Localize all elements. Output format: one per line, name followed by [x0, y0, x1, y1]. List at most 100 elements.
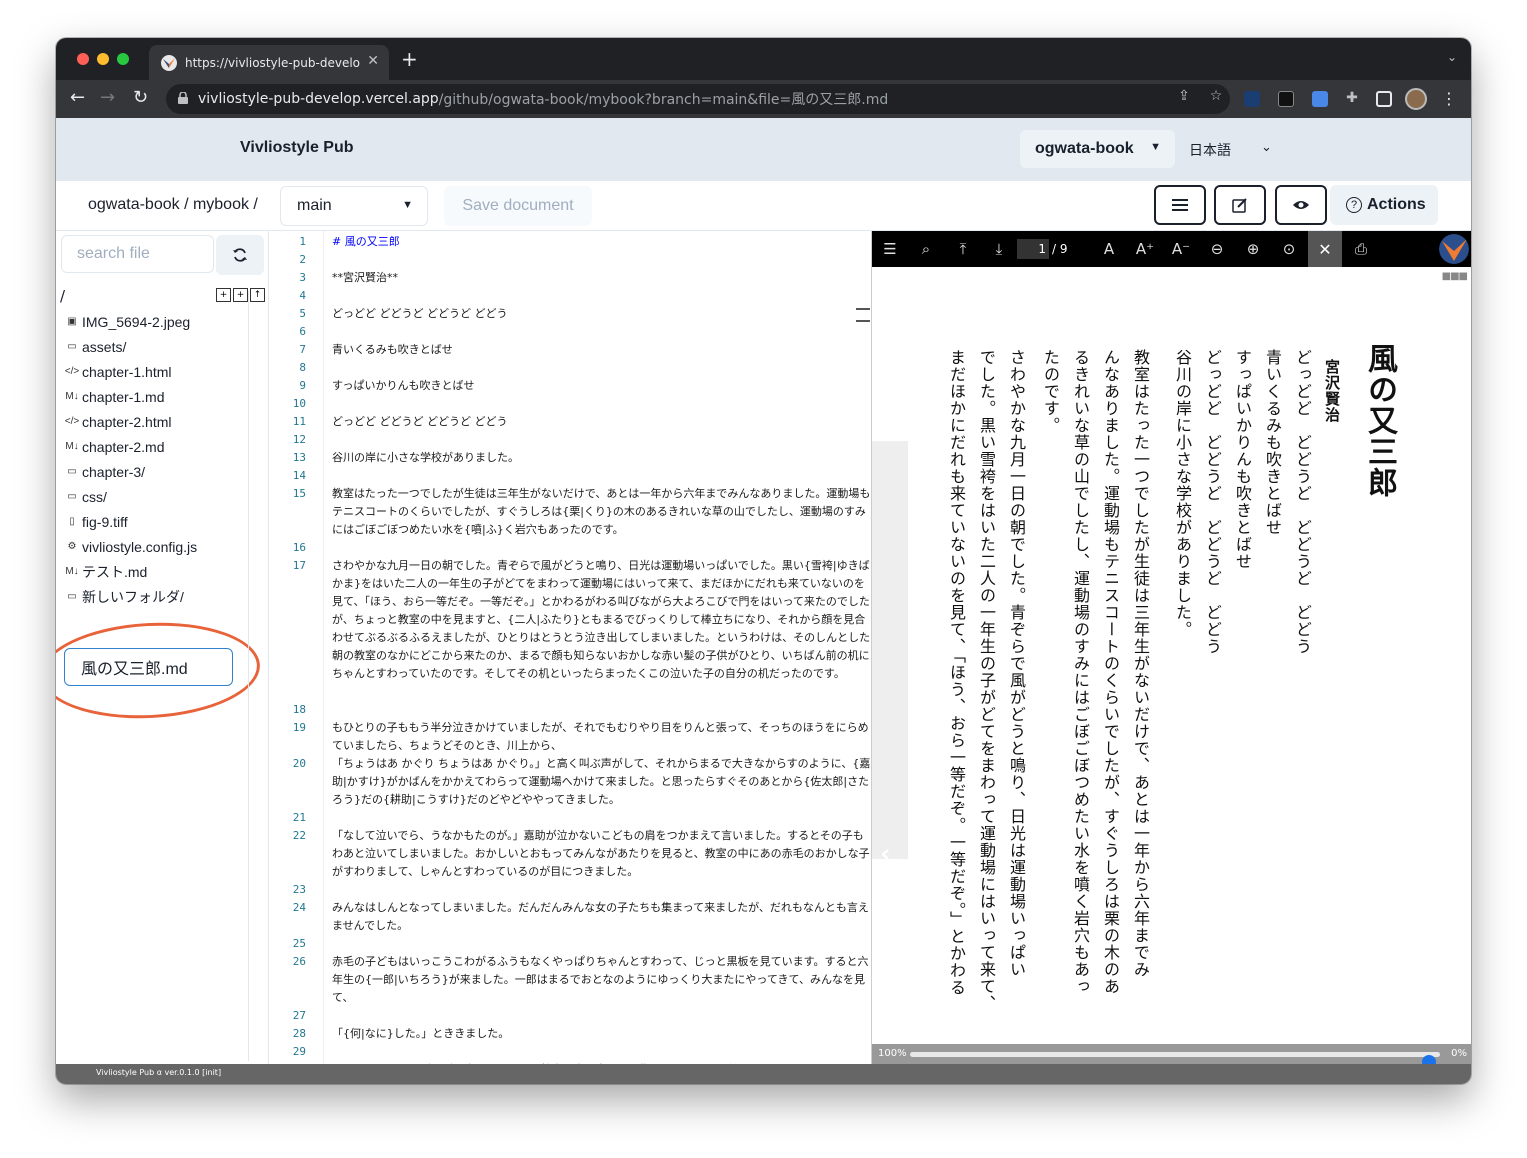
actions-button[interactable]: ? Actions	[1330, 185, 1438, 225]
zoom-slider[interactable]	[910, 1052, 1440, 1064]
line-text: さわやかな九月一日の朝でした。青ぞらで風がどうと鳴り、日光は運動場いっぱいでした…	[332, 559, 871, 680]
address-bar[interactable]: vivliostyle-pub-develop.vercel.app/githu…	[166, 84, 1230, 114]
profile-avatar[interactable]	[1405, 88, 1427, 110]
line-number: 18	[292, 703, 306, 716]
preview-toggle-button[interactable]	[1275, 185, 1327, 225]
document-toolbar: ogwata-book / mybook / main ▼ Save docum…	[56, 181, 1471, 231]
edit-icon	[1232, 198, 1247, 213]
upload-icon[interactable]: ↑	[250, 288, 265, 302]
file-item[interactable]: M↓ テスト.md	[64, 559, 254, 584]
first-page-icon[interactable]: ⤒	[953, 239, 973, 259]
file-name: chapter-2.html	[82, 413, 172, 430]
file-item[interactable]: M↓ chapter-2.md	[64, 434, 254, 459]
file-item[interactable]: ▯ fig-9.tiff	[64, 509, 254, 534]
line-number: 10	[292, 397, 306, 410]
line-number: 2	[299, 253, 306, 266]
extension-1-icon[interactable]	[1244, 91, 1260, 107]
browser-toolbar: ← → ↻ vivliostyle-pub-develop.vercel.app…	[56, 80, 1471, 118]
translate-icon[interactable]	[1312, 91, 1328, 107]
folder-icon: ▭	[67, 466, 77, 477]
side-panel-icon[interactable]	[1376, 91, 1392, 107]
line-number: 28	[292, 1027, 306, 1040]
font-size-decrease-icon[interactable]: A⁻	[1171, 239, 1191, 259]
code-icon: </>	[64, 416, 80, 427]
file-item[interactable]: ⚙ vivliostyle.config.js	[64, 534, 254, 559]
save-document-button[interactable]: Save document	[444, 186, 592, 226]
language-select[interactable]: 日本語	[1189, 140, 1231, 160]
folder-icon: ▭	[67, 341, 77, 352]
sidebar-scrollbar[interactable]	[248, 291, 249, 1061]
refresh-button[interactable]	[216, 235, 264, 275]
minimize-window-button[interactable]	[97, 53, 109, 65]
file-item[interactable]: ▭ chapter-3/	[64, 459, 254, 484]
file-name: chapter-3/	[82, 463, 146, 480]
line-number: 5	[299, 307, 306, 320]
search-icon[interactable]: ⌕	[916, 239, 936, 259]
line-number: 21	[292, 811, 306, 824]
line-number: 4	[299, 289, 306, 302]
line-number: 29	[292, 1045, 306, 1058]
extensions-puzzle-icon[interactable]: ✚	[1344, 90, 1360, 106]
close-window-button[interactable]	[77, 53, 89, 65]
line-text: **宮沢賢治**	[332, 271, 398, 284]
reload-icon[interactable]: ↻	[133, 88, 148, 108]
line-number: 13	[292, 451, 306, 464]
viewer-toolbar: ☰ ⌕ ⤒ ⤓ 1 / 9 A A⁺ A⁻ ⊖ ⊕ ⊙ ✕ ⎙	[872, 231, 1471, 267]
brand-title[interactable]: Vivliostyle Pub	[240, 139, 354, 157]
vertical-text-column: 教室はたった一つでしたが生徒は三年生がないだけで、あとは一年から六年までみ	[1131, 349, 1150, 978]
markdown-editor[interactable]: 1 # 風の又三郎 2 3 **宮沢賢治** 4 5 どっどど どどうど どどうど どどう 6 7…	[270, 231, 871, 1064]
font-size-increase-icon[interactable]: A⁺	[1135, 239, 1155, 259]
version-label: Vivliostyle Pub α ver.0.1.0 [init]	[96, 1068, 222, 1077]
forward-arrow-icon[interactable]: →	[100, 88, 115, 108]
file-tree-toggle-button[interactable]	[1154, 185, 1206, 225]
refresh-icon	[233, 248, 247, 262]
root-path: /	[60, 287, 66, 305]
share-icon[interactable]: ⇪	[1176, 88, 1192, 104]
print-icon[interactable]: ⎙	[1351, 239, 1371, 259]
editor-scrollbar-marker[interactable]	[856, 308, 870, 322]
maximize-window-button[interactable]	[117, 53, 129, 65]
bookmark-star-icon[interactable]: ☆	[1208, 88, 1224, 104]
vertical-text-column: たのです。	[1041, 349, 1060, 434]
fit-page-icon[interactable]: ✕	[1308, 231, 1342, 267]
branch-select[interactable]: main ▼	[280, 186, 428, 226]
browser-tab[interactable]: https://vivliostyle-pub-develop ✕	[149, 45, 389, 80]
last-page-icon[interactable]: ⤓	[989, 239, 1009, 259]
line-number: 19	[292, 721, 306, 734]
vertical-text-column: でした。黒い雪袴をはいた二人の一年生の子がどてをまわって運動場にはいって来て、	[977, 349, 996, 1012]
new-file-icon[interactable]: +	[216, 288, 231, 302]
file-item[interactable]: ▣ IMG_5694-2.jpeg	[64, 309, 254, 334]
file-item[interactable]: ▭ assets/	[64, 334, 254, 359]
extension-2-icon[interactable]	[1278, 91, 1294, 107]
file-item[interactable]: ▭ css/	[64, 484, 254, 509]
file-explorer: / + + ↑ ▣IMG_5694-2.jpeg▭assets/</>chapt…	[56, 231, 269, 1064]
new-folder-icon[interactable]: +	[233, 288, 248, 302]
toc-icon[interactable]: ☰	[880, 239, 900, 259]
zoom-actual-icon[interactable]: ⊙	[1279, 239, 1299, 259]
zoom-out-icon[interactable]: ⊖	[1207, 239, 1227, 259]
new-tab-button[interactable]: +	[401, 48, 418, 70]
rename-file-input[interactable]	[64, 648, 233, 686]
folder-icon: ▭	[67, 591, 77, 602]
file-item[interactable]: M↓ chapter-1.md	[64, 384, 254, 409]
font-size-default-icon[interactable]: A	[1099, 239, 1119, 259]
gear-icon: ⚙	[67, 541, 77, 552]
zoom-slider-thumb[interactable]	[1422, 1055, 1437, 1064]
repository-select[interactable]: ogwata-book ▼	[1020, 130, 1175, 168]
file-item[interactable]: </> chapter-1.html	[64, 359, 254, 384]
page-number-input[interactable]: 1	[1017, 239, 1049, 259]
zoom-in-icon[interactable]: ⊕	[1243, 239, 1263, 259]
editor-toggle-button[interactable]	[1214, 185, 1266, 225]
preview-viewer: ☰ ⌕ ⤒ ⤓ 1 / 9 A A⁺ A⁻ ⊖ ⊕ ⊙ ✕ ⎙ ■■■ ‹ 風の…	[871, 231, 1471, 1064]
previous-page-tab[interactable]: ‹	[872, 441, 908, 869]
language-chevron-down-icon[interactable]: ⌄	[1261, 140, 1272, 155]
back-arrow-icon[interactable]: ←	[70, 88, 85, 108]
search-file-input[interactable]	[61, 235, 214, 273]
file-item[interactable]: ▭ 新しいフォルダ/	[64, 584, 254, 609]
browser-menu-icon[interactable]: ⋮	[1441, 89, 1457, 108]
tab-close-icon[interactable]: ✕	[367, 53, 379, 69]
menu-icon	[1172, 199, 1188, 211]
tab-search-chevron-icon[interactable]: ⌄	[1447, 50, 1457, 64]
file-item[interactable]: </> chapter-2.html	[64, 409, 254, 434]
viewer-more-icon[interactable]: ■■■	[1442, 271, 1468, 282]
